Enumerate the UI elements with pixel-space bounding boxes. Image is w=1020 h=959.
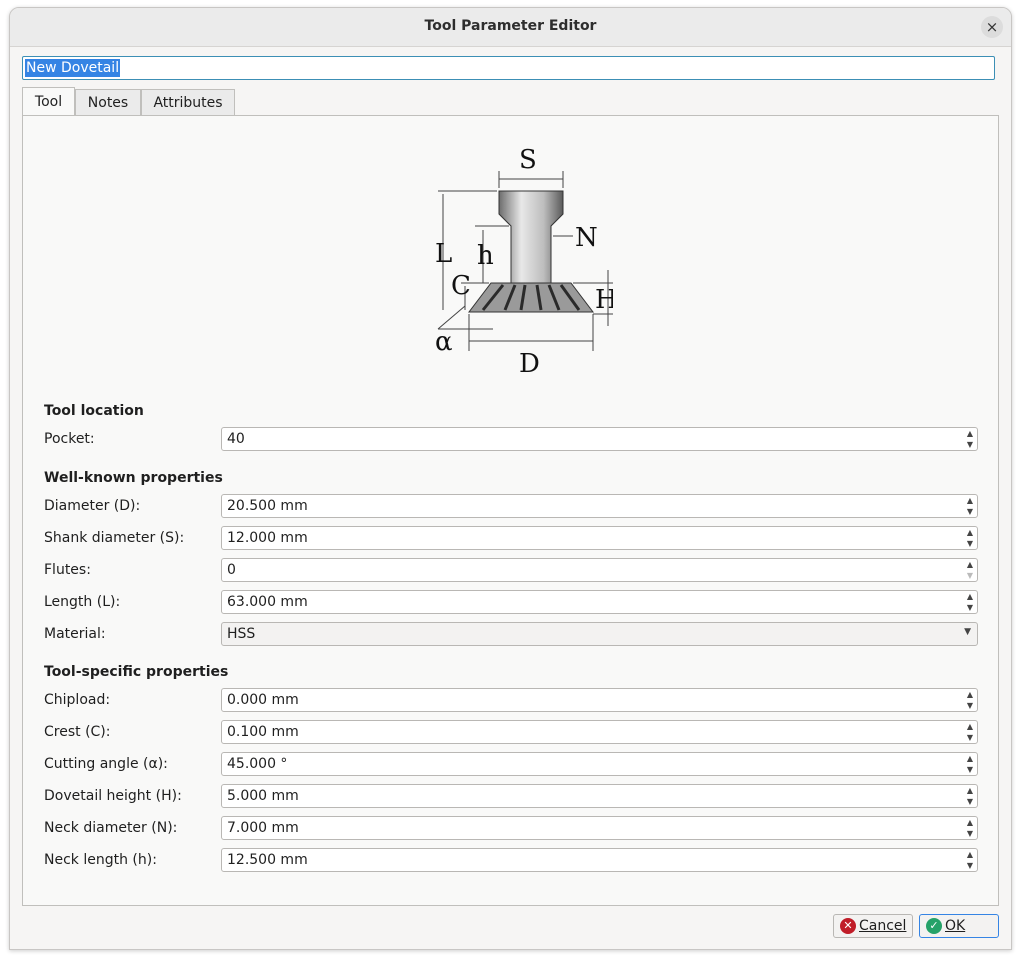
tool-shank-shape	[498, 190, 564, 284]
cancel-icon: ✕	[840, 918, 856, 934]
spin-down-icon[interactable]: ▼	[963, 602, 977, 613]
spin-down-icon[interactable]: ▼	[963, 732, 977, 743]
spin-down-icon[interactable]: ▼	[963, 796, 977, 807]
dovetail-height-label: Dovetail height (H):	[44, 788, 182, 804]
flutes-value: 0	[227, 562, 236, 578]
label-H: H	[595, 285, 613, 315]
diameter-spinbox[interactable]: 20.500 mm ▲ ▼	[221, 494, 978, 518]
spin-up-icon[interactable]: ▲	[963, 591, 977, 602]
flutes-spinbox[interactable]: 0 ▲ ▼	[221, 558, 978, 582]
spin-down-icon[interactable]: ▼	[963, 538, 977, 549]
crest-value: 0.100 mm	[227, 724, 299, 740]
tab-tool-label: Tool	[34, 94, 63, 110]
spin-up-icon[interactable]: ▲	[963, 817, 977, 828]
spin-up-icon[interactable]: ▲	[963, 753, 977, 764]
tool-dovetail-shape	[467, 282, 595, 313]
neck-diameter-spinbox[interactable]: 7.000 mm ▲ ▼	[221, 816, 978, 840]
crest-label: Crest (C):	[44, 724, 111, 740]
label-C: C	[451, 271, 471, 301]
pocket-value: 40	[227, 431, 245, 447]
dovetail-height-spinbox[interactable]: 5.000 mm ▲ ▼	[221, 784, 978, 808]
chipload-value: 0.000 mm	[227, 692, 299, 708]
cutting-angle-spinbox[interactable]: 45.000 ° ▲ ▼	[221, 752, 978, 776]
neck-length-label: Neck length (h):	[44, 852, 157, 868]
chipload-label: Chipload:	[44, 692, 111, 708]
cutting-angle-label: Cutting angle (α):	[44, 756, 168, 772]
dialog-window: Tool Parameter Editor × New Dovetail Too…	[9, 7, 1012, 950]
tool-name-input[interactable]: New Dovetail	[22, 56, 995, 80]
neck-length-value: 12.500 mm	[227, 852, 308, 868]
spin-up-icon[interactable]: ▲	[963, 428, 977, 439]
spin-up-icon[interactable]: ▲	[963, 689, 977, 700]
spin-up-icon[interactable]: ▲	[963, 495, 977, 506]
shank-diameter-value: 12.000 mm	[227, 530, 308, 546]
material-select[interactable]: HSS ▼	[221, 622, 978, 646]
checkmark-icon: ✓	[926, 918, 942, 934]
length-label: Length (L):	[44, 594, 121, 610]
ok-button[interactable]: ✓ OK	[919, 914, 999, 938]
ok-label: OK	[945, 918, 966, 934]
section-tool-specific: Tool-specific properties	[44, 664, 229, 680]
tab-attributes-label: Attributes	[153, 95, 223, 111]
label-L: L	[435, 239, 452, 269]
dialog-title: Tool Parameter Editor	[424, 18, 597, 34]
material-value: HSS	[227, 626, 256, 642]
neck-length-spinbox[interactable]: 12.500 mm ▲ ▼	[221, 848, 978, 872]
label-D: D	[519, 349, 540, 378]
crest-spinbox[interactable]: 0.100 mm ▲ ▼	[221, 720, 978, 744]
spin-up-icon[interactable]: ▲	[963, 559, 977, 570]
label-alpha: α	[435, 327, 453, 357]
neck-diameter-label: Neck diameter (N):	[44, 820, 178, 836]
cutting-angle-value: 45.000 °	[227, 756, 288, 772]
tab-notes[interactable]: Notes	[75, 89, 141, 115]
section-tool-location: Tool location	[44, 403, 144, 419]
shank-diameter-spinbox[interactable]: 12.000 mm ▲ ▼	[221, 526, 978, 550]
spin-down-icon[interactable]: ▼	[963, 570, 977, 581]
dovetail-height-value: 5.000 mm	[227, 788, 299, 804]
tool-name-value: New Dovetail	[25, 59, 121, 77]
chevron-down-icon: ▼	[964, 627, 971, 637]
neck-diameter-value: 7.000 mm	[227, 820, 299, 836]
spin-down-icon[interactable]: ▼	[963, 860, 977, 871]
spin-down-icon[interactable]: ▼	[963, 700, 977, 711]
shank-diameter-label: Shank diameter (S):	[44, 530, 185, 546]
cancel-label: Cancel	[859, 918, 907, 934]
pocket-label: Pocket:	[44, 431, 95, 447]
spin-down-icon[interactable]: ▼	[963, 828, 977, 839]
close-button[interactable]: ×	[981, 16, 1003, 38]
tab-notes-label: Notes	[87, 95, 129, 111]
material-label: Material:	[44, 626, 106, 642]
spin-up-icon[interactable]: ▲	[963, 785, 977, 796]
diameter-label: Diameter (D):	[44, 498, 141, 514]
spin-down-icon[interactable]: ▼	[963, 506, 977, 517]
tab-tool[interactable]: Tool	[22, 87, 75, 115]
dovetail-diagram: S N L h C H α D	[435, 146, 613, 378]
flutes-label: Flutes:	[44, 562, 91, 578]
spin-up-icon[interactable]: ▲	[963, 721, 977, 732]
diameter-value: 20.500 mm	[227, 498, 308, 514]
tool-tab-panel: S N L h C H α D Tool location Pocket: 40…	[22, 115, 999, 906]
section-well-known: Well-known properties	[44, 470, 223, 486]
label-S: S	[519, 146, 537, 175]
spin-down-icon[interactable]: ▼	[963, 764, 977, 775]
length-value: 63.000 mm	[227, 594, 308, 610]
spin-down-icon[interactable]: ▼	[963, 439, 977, 450]
length-spinbox[interactable]: 63.000 mm ▲ ▼	[221, 590, 978, 614]
label-h: h	[477, 241, 494, 271]
spin-up-icon[interactable]: ▲	[963, 527, 977, 538]
tab-attributes[interactable]: Attributes	[141, 89, 235, 115]
cancel-button[interactable]: ✕ Cancel	[833, 914, 913, 938]
chipload-spinbox[interactable]: 0.000 mm ▲ ▼	[221, 688, 978, 712]
label-N: N	[575, 223, 598, 253]
title-bar[interactable]: Tool Parameter Editor ×	[10, 8, 1011, 47]
pocket-spinbox[interactable]: 40 ▲ ▼	[221, 427, 978, 451]
close-icon: ×	[985, 18, 999, 36]
spin-up-icon[interactable]: ▲	[963, 849, 977, 860]
